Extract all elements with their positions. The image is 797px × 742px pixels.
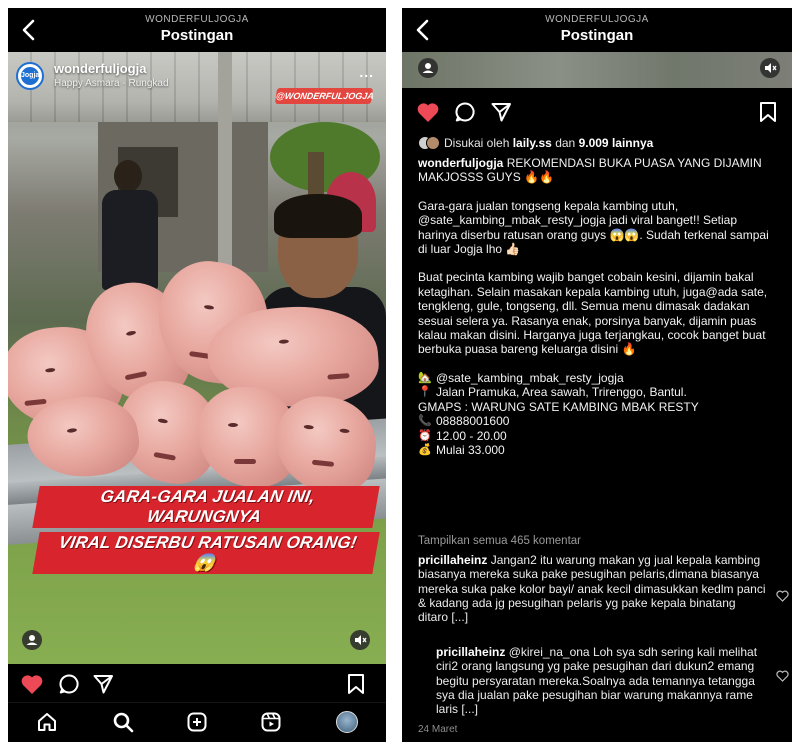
comment: pricillaheinz Jangan2 itu warung makan y… <box>418 553 768 624</box>
phone-icon: 📞 <box>418 415 432 428</box>
detail-gmaps: GMAPS : WARUNG SATE KAMBING MBAK RESTY <box>418 399 699 414</box>
avatar[interactable]: Jogja <box>16 62 44 90</box>
phone-left: WONDERFULJOGJA Postingan Jogja wonderful… <box>8 8 386 742</box>
comment-icon[interactable] <box>58 673 80 695</box>
overlay-line-2: VIRAL DISERBU RATUSAN ORANG! 😱 <box>32 532 380 574</box>
heart-icon[interactable] <box>20 673 44 695</box>
create-icon[interactable] <box>186 711 208 733</box>
action-bar <box>8 665 386 703</box>
mute-icon[interactable] <box>760 58 780 78</box>
clock-icon: ⏰ <box>418 429 432 442</box>
comment-like-icon[interactable] <box>776 590 789 602</box>
post-username[interactable]: wonderfuljogja <box>54 61 146 76</box>
phone-right: WONDERFULJOGJA Postingan Disukai oleh la… <box>402 8 792 742</box>
overlay-line-1: GARA-GARA JUALAN INI, WARUNGNYA <box>32 486 380 528</box>
house-icon: 🏡 <box>418 371 432 384</box>
header-account: WONDERFULJOGJA <box>145 14 249 25</box>
comment-username[interactable]: pricillaheinz <box>436 645 505 659</box>
comment-icon[interactable] <box>454 101 476 123</box>
post-audio-label[interactable]: Happy Asmara · Rungkad <box>54 78 169 89</box>
home-icon[interactable] <box>36 711 58 733</box>
header: WONDERFULJOGJA Postingan <box>402 8 792 52</box>
bottom-navigation <box>8 702 386 742</box>
more-options-button[interactable]: ... <box>359 64 374 80</box>
pin-icon: 📍 <box>418 386 432 399</box>
liker-avatar <box>426 136 440 150</box>
header: WONDERFULJOGJA Postingan <box>8 8 386 52</box>
post-date: 24 Maret <box>418 724 458 735</box>
caption-paragraph-1: Gara-gara jualan tongseng kepala kambing… <box>418 198 769 257</box>
header-account: WONDERFULJOGJA <box>545 14 649 25</box>
view-all-comments[interactable]: Tampilkan semua 465 komentar <box>418 535 581 547</box>
bookmark-icon[interactable] <box>758 101 778 123</box>
comment-reply: pricillaheinz @kirei_na_ona Loh sya sdh … <box>436 645 768 716</box>
header-title: Postingan <box>160 27 234 44</box>
detail-address: 📍 Jalan Pramuka, Area sawah, Trirenggo, B… <box>418 385 687 400</box>
caption-paragraph-2: Buat pecinta kambing wajib banget cobain… <box>418 270 768 357</box>
user-tag-icon[interactable] <box>418 58 438 78</box>
action-bar <box>402 93 792 131</box>
detail-price: 💰 Mulai 33.000 <box>418 442 505 457</box>
share-icon[interactable] <box>490 101 512 123</box>
caption-details: 🏡 @sate_kambing_mbak_resty_jogja 📍 Jalan P… <box>418 371 778 457</box>
post-video[interactable]: Jogja wonderfuljogja Happy Asmara · Rung… <box>8 52 386 664</box>
detail-instagram: 🏡 @sate_kambing_mbak_resty_jogja <box>418 370 624 385</box>
reels-icon[interactable] <box>260 711 282 733</box>
detail-phone: 📞 08888001600 <box>418 414 510 429</box>
money-bag-icon: 💰 <box>418 443 432 456</box>
search-icon[interactable] <box>112 711 134 733</box>
watermark: @WONDERFULJOGJA <box>274 88 374 104</box>
liker-username[interactable]: laily.ss <box>513 136 552 150</box>
likes-count[interactable]: 9.009 lainnya <box>579 136 654 150</box>
comment-username[interactable]: pricillaheinz <box>418 553 487 567</box>
share-icon[interactable] <box>92 673 114 695</box>
caption-username[interactable]: wonderfuljogja <box>418 156 503 170</box>
user-tag-icon[interactable] <box>22 630 42 650</box>
mute-icon[interactable] <box>350 630 370 650</box>
post-video-bottom[interactable] <box>402 52 792 88</box>
header-title: Postingan <box>560 27 634 44</box>
post-caption: wonderfuljogja REKOMENDASI BUKA PUASA YA… <box>418 156 778 457</box>
comment-like-icon[interactable] <box>776 670 789 682</box>
background-person <box>100 160 162 290</box>
detail-hours: ⏰ 12.00 - 20.00 <box>418 428 507 443</box>
video-overlay-text: GARA-GARA JUALAN INI, WARUNGNYA VIRAL DI… <box>32 484 380 576</box>
heart-icon[interactable] <box>416 101 440 123</box>
profile-avatar[interactable] <box>336 711 358 733</box>
bookmark-icon[interactable] <box>346 673 366 695</box>
